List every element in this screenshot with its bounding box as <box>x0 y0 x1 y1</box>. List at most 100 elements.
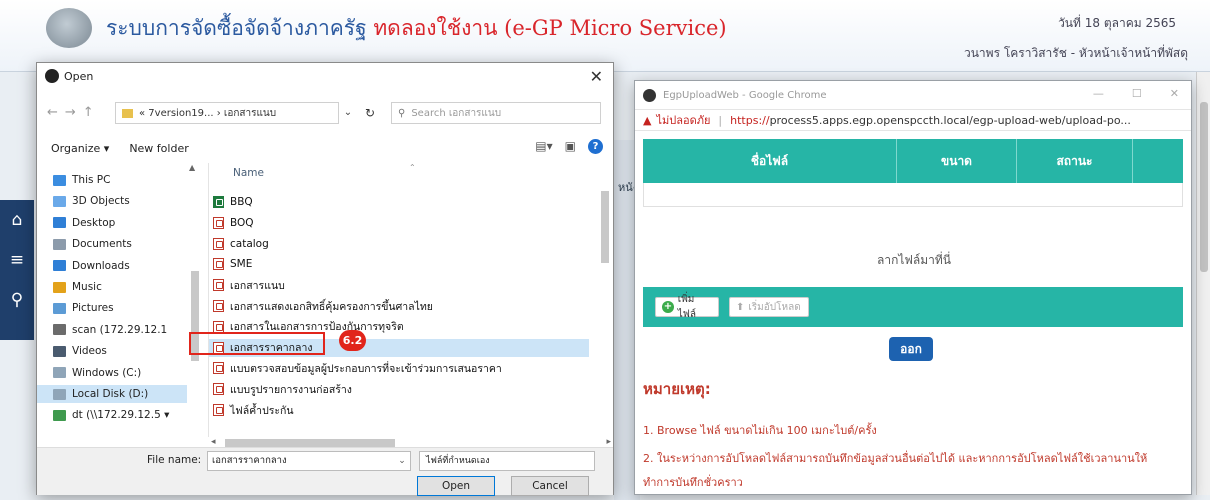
file-row[interactable]: SME <box>209 255 589 273</box>
scroll-thumb[interactable] <box>225 439 395 447</box>
nav-item[interactable]: scan (172.29.12.1 <box>53 321 167 339</box>
file-row[interactable]: เอกสารแนบ <box>209 276 589 294</box>
file-row[interactable]: แบบตรวจสอบข้อมูลผู้ประกอบการที่จะเข้าร่ว… <box>209 359 589 377</box>
nav-item[interactable]: Pictures <box>53 299 114 317</box>
highlight-box <box>189 332 325 355</box>
file-name-input[interactable]: เอกสารราคากลาง <box>207 451 411 471</box>
excel-file-icon <box>213 196 224 208</box>
open-file-dialog: Open ✕ ←→↑ « 7version19... › เอกสารแนบ ⌄… <box>36 62 614 496</box>
file-name-label: File name: <box>147 454 202 466</box>
open-button[interactable]: Open <box>417 476 495 496</box>
nav-item[interactable]: Documents <box>53 235 132 253</box>
nav-item[interactable]: Music <box>53 278 102 296</box>
exit-button[interactable]: ออก <box>889 337 933 361</box>
location-icon <box>53 302 66 314</box>
nav-item[interactable]: dt (\\172.29.12.5 ▾ <box>53 406 169 424</box>
chrome-app-icon <box>643 88 656 102</box>
file-name: แบบตรวจสอบข้อมูลผู้ประกอบการที่จะเข้าร่ว… <box>230 362 502 375</box>
upload-action-bar: + เพิ่มไฟล์ ⬆ เริ่มอัปโหลด <box>643 287 1183 327</box>
dialog-titlebar: Open <box>37 63 613 89</box>
dialog-toolbar: Organize ▾ New folder ▤▾ ▣ ? <box>37 135 613 161</box>
maximize-icon[interactable]: ☐ <box>1132 87 1142 100</box>
file-name: เอกสารแนบ <box>230 279 285 292</box>
column-header-size: ขนาด <box>897 139 1017 183</box>
nav-item[interactable]: Downloads <box>53 257 130 275</box>
chevron-down-icon[interactable]: ⌄ <box>339 102 357 124</box>
nav-item-label: Windows (C:) <box>72 366 142 379</box>
scroll-thumb[interactable] <box>1200 102 1208 272</box>
nav-item-label: Videos <box>72 345 107 358</box>
drop-hint: ลากไฟล์มาที่นี่ <box>877 253 952 267</box>
nav-item[interactable]: This PC <box>53 171 110 189</box>
current-date: วันที่ 18 ตุลาคม 2565 <box>1058 16 1176 30</box>
location-icon <box>53 324 66 336</box>
help-icon[interactable]: ? <box>588 139 603 154</box>
location-icon <box>53 260 66 272</box>
location-icon <box>53 345 66 357</box>
url-bar[interactable]: ▲ ไม่ปลอดภัย | https://process5.apps.egp… <box>635 109 1191 131</box>
drop-zone[interactable]: ลากไฟล์มาที่นี่ <box>643 211 1183 287</box>
organize-button[interactable]: Organize ▾ <box>51 142 109 155</box>
file-row[interactable]: BBQ <box>209 193 589 211</box>
start-upload-label: เริ่มอัปโหลด <box>748 301 801 313</box>
breadcrumb: « 7version19... › เอกสารแนบ <box>139 107 277 119</box>
file-name: แบบรูปรายการงานก่อสร้าง <box>230 383 352 396</box>
refresh-icon[interactable]: ↻ <box>357 102 383 124</box>
minimize-icon[interactable]: — <box>1093 87 1104 100</box>
nav-item[interactable]: Windows (C:) <box>53 364 141 382</box>
column-header-name[interactable]: Name <box>233 167 264 179</box>
address-bar[interactable]: « 7version19... › เอกสารแนบ <box>115 102 339 124</box>
add-file-label: เพิ่มไฟล์ <box>677 294 697 320</box>
file-list-pane: ⌃ Name BBQ BOQ catalog SME เอกสารแนบ เอกสารแส… <box>209 163 613 437</box>
start-upload-button[interactable]: ⬆ เริ่มอัปโหลด <box>729 297 809 317</box>
file-type-select[interactable]: ไฟล์ที่กำหนดเอง <box>419 451 595 471</box>
location-icon <box>53 281 66 293</box>
column-header-actions <box>1133 139 1183 183</box>
scroll-left-icon[interactable]: ◂ <box>211 437 216 447</box>
file-name: BBQ <box>230 196 253 208</box>
menu-icon[interactable]: ≡ <box>0 240 34 280</box>
nav-item-label: Music <box>72 281 102 293</box>
file-row[interactable]: ไฟล์ค้ำประกัน <box>209 401 589 419</box>
note-line-1: 1. Browse ไฟล์ ขนาดไม่เกิน 100 เมกะไบต์/… <box>643 424 877 437</box>
nav-item[interactable]: 3D Objects <box>53 192 130 210</box>
file-row[interactable]: แบบรูปรายการงานก่อสร้าง <box>209 380 589 398</box>
nav-item[interactable]: Desktop <box>53 214 115 232</box>
scroll-thumb[interactable] <box>601 191 609 263</box>
home-icon[interactable]: ⌂ <box>0 200 34 240</box>
nav-item-label: Local Disk (D:) <box>72 388 149 400</box>
close-icon[interactable]: ✕ <box>590 67 603 86</box>
nav-item-label: This PC <box>72 174 111 186</box>
nav-item[interactable]: Local Disk (D:) <box>37 385 187 403</box>
add-file-button[interactable]: + เพิ่มไฟล์ <box>655 294 719 320</box>
file-row[interactable]: catalog <box>209 235 589 253</box>
files-scrollbar[interactable] <box>599 163 611 437</box>
pdf-file-icon <box>213 279 224 292</box>
close-icon[interactable]: ✕ <box>1170 87 1179 100</box>
search-icon[interactable]: ⚲ <box>0 280 34 320</box>
view-options-icon[interactable]: ▤▾ <box>535 139 552 154</box>
note-heading: หมายเหตุ: <box>643 380 711 398</box>
column-header-filename: ชื่อไฟล์ <box>643 139 897 183</box>
warning-icon: ▲ <box>643 113 652 127</box>
preview-pane-icon[interactable]: ▣ <box>565 139 576 154</box>
dialog-title: Open <box>64 69 94 83</box>
scroll-right-icon[interactable]: ▸ <box>606 437 611 447</box>
nav-item-label: dt (\\172.29.12.5 ▾ <box>72 409 170 422</box>
cancel-button[interactable]: Cancel <box>511 476 589 496</box>
nav-item[interactable]: Videos <box>53 342 107 360</box>
nav-arrows[interactable]: ←→↑ <box>47 105 101 120</box>
left-nav-bar: ⌂ ≡ ⚲ <box>0 200 34 340</box>
search-input[interactable]: ⚲ Search เอกสารแนบ <box>391 102 601 124</box>
pdf-file-icon <box>213 216 224 229</box>
chevron-down-icon[interactable]: ⌄ <box>393 451 411 471</box>
location-icon <box>53 367 66 379</box>
nav-scrollbar[interactable]: ▲ <box>189 163 201 437</box>
upload-table: ชื่อไฟล์ ขนาด สถานะ <box>643 139 1183 207</box>
new-folder-button[interactable]: New folder <box>129 142 188 155</box>
scroll-up-icon[interactable]: ▲ <box>189 163 195 172</box>
page-scrollbar[interactable] <box>1196 72 1210 495</box>
pdf-file-icon <box>213 300 224 312</box>
file-row[interactable]: BOQ <box>209 214 589 232</box>
file-row[interactable]: เอกสารแสดงเอกสิทธิ์คุ้มครองการขึ้นศาลไทย <box>209 297 589 315</box>
